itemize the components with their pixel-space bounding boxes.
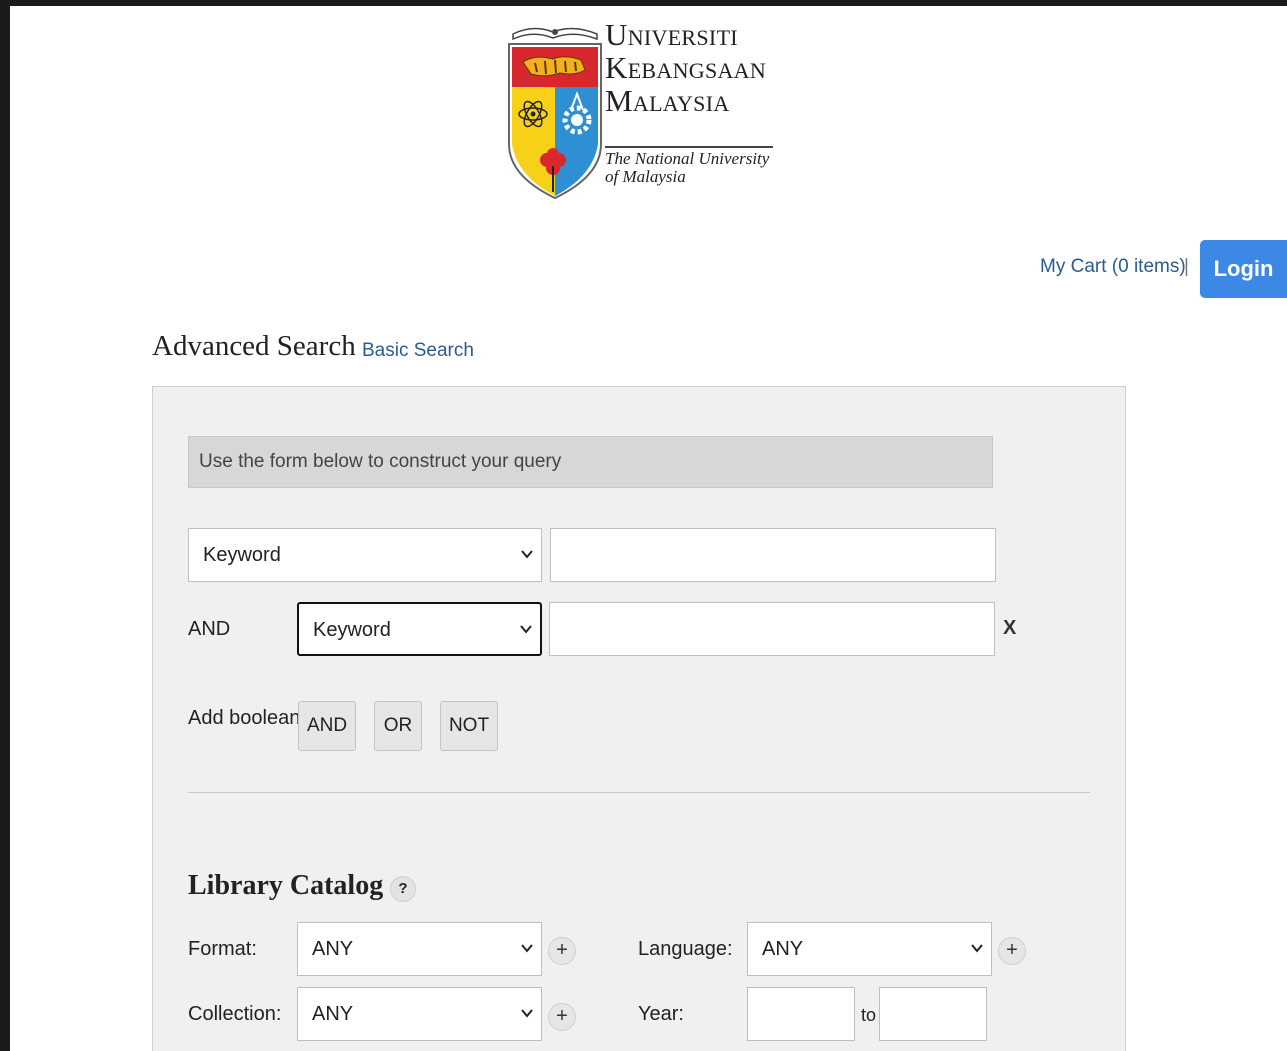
add-collection-plus-icon[interactable]: + — [548, 1003, 576, 1031]
year-from-input[interactable] — [747, 987, 855, 1041]
my-cart-link[interactable]: My Cart (0 items) — [1040, 256, 1186, 278]
page-title: Advanced Search — [152, 330, 356, 362]
help-icon[interactable]: ? — [390, 876, 416, 902]
format-value: ANY — [312, 938, 354, 960]
language-value: ANY — [762, 938, 804, 960]
chevron-down-icon — [971, 944, 983, 953]
collection-value: ANY — [312, 1003, 354, 1025]
ukm-crest-icon — [508, 27, 602, 200]
logo-text: UNIVERSITI KEBANGSAAN MALAYSIA — [605, 17, 767, 118]
year-label: Year: — [638, 1003, 684, 1025]
advanced-search-panel: Use the form below to construct your que… — [152, 386, 1126, 1051]
search-field-select-2[interactable]: Keyword — [297, 602, 542, 656]
library-catalog-title: Library Catalog — [188, 870, 384, 901]
format-select[interactable]: ANY — [297, 922, 542, 976]
year-to-label: to — [861, 1005, 877, 1025]
logo-tagline: The National University of Malaysia — [605, 149, 770, 186]
add-and-button[interactable]: AND — [298, 701, 356, 751]
search-field-value-2: Keyword — [313, 619, 391, 641]
language-label: Language: — [638, 938, 733, 960]
ukm-logo[interactable]: UNIVERSITI KEBANGSAAN MALAYSIA The Natio… — [505, 16, 785, 206]
collection-select[interactable]: ANY — [297, 987, 542, 1041]
query-instructions: Use the form below to construct your que… — [188, 436, 993, 488]
year-to-input[interactable] — [879, 987, 987, 1041]
header-separator: | — [1184, 256, 1189, 277]
search-field-select-1[interactable]: Keyword — [188, 528, 542, 582]
language-select[interactable]: ANY — [747, 922, 992, 976]
chevron-down-icon — [521, 944, 533, 953]
format-label: Format: — [188, 938, 257, 960]
chevron-down-icon — [520, 625, 532, 634]
search-field-value-1: Keyword — [203, 544, 281, 566]
section-divider — [188, 792, 1090, 793]
search-term-input-2[interactable] — [549, 602, 995, 656]
add-language-plus-icon[interactable]: + — [998, 937, 1026, 965]
search-term-input-1[interactable] — [550, 528, 996, 582]
chevron-down-icon — [521, 550, 533, 559]
add-or-button[interactable]: OR — [374, 701, 422, 751]
boolean-operator-label: AND — [188, 618, 231, 640]
page: UNIVERSITI KEBANGSAAN MALAYSIA The Natio… — [10, 6, 1287, 1051]
add-format-plus-icon[interactable]: + — [548, 937, 576, 965]
login-button[interactable]: Login — [1200, 240, 1287, 298]
collection-label: Collection: — [188, 1003, 282, 1025]
add-boolean-label: Add boolean: — [188, 707, 306, 729]
chevron-down-icon — [521, 1009, 533, 1018]
remove-row-button[interactable]: X — [1003, 617, 1016, 640]
basic-search-link[interactable]: Basic Search — [362, 340, 474, 362]
add-not-button[interactable]: NOT — [440, 701, 498, 751]
logo-divider — [605, 146, 773, 148]
